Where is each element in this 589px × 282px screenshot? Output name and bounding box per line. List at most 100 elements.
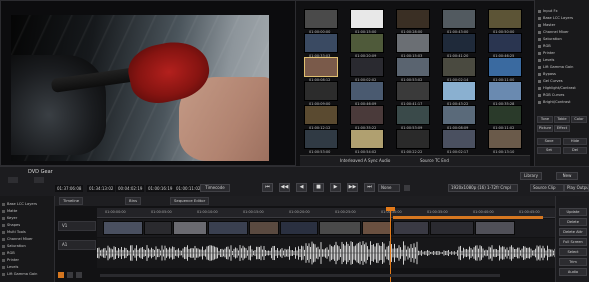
- side-action-button[interactable]: Select: [559, 248, 587, 256]
- format-select[interactable]: 1920x1080p (16) 1-72fr Cmpl: [448, 184, 518, 192]
- rewind-button[interactable]: ◀◀: [279, 183, 290, 192]
- loop-icon[interactable]: [404, 185, 410, 191]
- side-action-button[interactable]: Delete: [559, 218, 587, 226]
- new-button[interactable]: New: [556, 172, 578, 180]
- bin-clip-thumbnail[interactable]: [396, 9, 430, 29]
- bin-clip-thumbnail[interactable]: [488, 57, 522, 77]
- bin-clip-thumbnail[interactable]: [304, 105, 338, 125]
- effects-tab[interactable]: Tone: [537, 116, 553, 123]
- video-clip[interactable]: [208, 221, 248, 235]
- razor-icon[interactable]: [76, 272, 82, 278]
- left-effect-item[interactable]: RGB: [7, 251, 15, 255]
- timecode-out[interactable]: 01:34:13:02: [87, 185, 116, 192]
- video-clip[interactable]: [280, 221, 318, 235]
- video-clip[interactable]: [319, 221, 361, 235]
- effect-item[interactable]: Channel Mixer: [543, 30, 569, 34]
- bin-clip-thumbnail[interactable]: [442, 129, 476, 149]
- bin-clip-thumbnail[interactable]: [442, 9, 476, 29]
- bin-clip-thumbnail[interactable]: [488, 105, 522, 125]
- bin-clip-thumbnail[interactable]: [304, 129, 338, 149]
- effects-tab[interactable]: Effect: [554, 125, 570, 132]
- video-clip[interactable]: [393, 221, 429, 235]
- bin-clip-thumbnail[interactable]: [350, 81, 384, 101]
- video-clip[interactable]: [173, 221, 207, 235]
- video-clip[interactable]: [144, 221, 172, 235]
- effects-button[interactable]: Del: [563, 147, 587, 154]
- left-effect-item[interactable]: Keyer: [7, 216, 17, 220]
- video-track[interactable]: [97, 219, 555, 237]
- bin-clip-thumbnail[interactable]: [442, 57, 476, 77]
- left-effect-item[interactable]: Matte: [7, 209, 17, 213]
- bin-clip-thumbnail[interactable]: [442, 33, 476, 53]
- left-effect-item[interactable]: Channel Mixer: [7, 237, 33, 241]
- effect-item[interactable]: Bypass: [543, 72, 556, 76]
- left-effect-item[interactable]: Shapes: [7, 223, 20, 227]
- video-clip[interactable]: [249, 221, 279, 235]
- play-button[interactable]: ▶: [330, 183, 341, 192]
- effect-item[interactable]: Gel Curves: [543, 79, 563, 83]
- bin-clip-thumbnail[interactable]: [396, 57, 430, 77]
- effect-item[interactable]: Input Fx: [543, 9, 558, 13]
- bin-clip-thumbnail[interactable]: [350, 129, 384, 149]
- source-clip-select[interactable]: Source Clip: [530, 184, 564, 192]
- left-effect-item[interactable]: Base LCC Layers: [7, 202, 37, 206]
- video-clip[interactable]: [103, 221, 143, 235]
- library-button[interactable]: Library: [520, 172, 542, 180]
- tab-bins[interactable]: Bins: [125, 197, 142, 205]
- left-effect-item[interactable]: Levels: [7, 265, 18, 269]
- track-label-a1[interactable]: A1: [58, 240, 96, 250]
- playhead-handle[interactable]: [386, 207, 395, 211]
- audio-track[interactable]: [97, 238, 555, 268]
- bin-clip-thumbnail[interactable]: [488, 9, 522, 29]
- zoom-icon[interactable]: [67, 272, 73, 278]
- effects-tab[interactable]: Table: [554, 116, 570, 123]
- effect-item[interactable]: Master: [543, 23, 555, 27]
- snap-icon[interactable]: [58, 272, 64, 278]
- side-action-button[interactable]: Delete Attr: [559, 228, 587, 236]
- play-output-select[interactable]: Play Output: [564, 184, 589, 192]
- effects-button[interactable]: Set: [537, 147, 561, 154]
- effects-button[interactable]: Save: [537, 138, 561, 145]
- effect-item[interactable]: Highlight/Contrast: [543, 86, 576, 90]
- effects-tab[interactable]: Picture: [537, 125, 553, 132]
- left-effect-item[interactable]: Multi Tools: [7, 230, 26, 234]
- video-frame[interactable]: [11, 15, 269, 161]
- timecode-button[interactable]: Timecode: [200, 184, 230, 192]
- none-select[interactable]: None: [378, 184, 400, 192]
- list-icon[interactable]: [34, 177, 44, 183]
- bin-clip-thumbnail[interactable]: [396, 129, 430, 149]
- play-reverse-button[interactable]: ◀: [296, 183, 307, 192]
- effect-item[interactable]: RGB Curves: [543, 93, 564, 97]
- bin-clip-thumbnail[interactable]: [304, 81, 338, 101]
- left-effect-item[interactable]: Printer: [7, 258, 19, 262]
- stop-button[interactable]: ■: [313, 183, 324, 192]
- bin-clip-thumbnail[interactable]: [396, 105, 430, 125]
- timecode-position[interactable]: 01:00:11:02: [174, 185, 203, 192]
- bin-clip-thumbnail[interactable]: [350, 105, 384, 125]
- effects-tab[interactable]: Color: [571, 116, 587, 123]
- bin-clip-thumbnail[interactable]: [304, 33, 338, 53]
- left-effect-item[interactable]: Saturation: [7, 244, 26, 248]
- go-end-button[interactable]: ⏭: [364, 183, 375, 192]
- effect-item[interactable]: Base LCC Layers: [543, 16, 573, 20]
- tab-sequence-editor[interactable]: Sequence Editor: [170, 197, 210, 205]
- video-clip[interactable]: [475, 221, 515, 235]
- bin-clip-thumbnail[interactable]: [304, 57, 338, 77]
- effect-item[interactable]: Printer: [543, 51, 555, 55]
- bin-clip-thumbnail[interactable]: [350, 57, 384, 77]
- effects-button[interactable]: Hide: [563, 138, 587, 145]
- bin-clip-thumbnail[interactable]: [304, 9, 338, 29]
- bin-clip-thumbnail[interactable]: [442, 81, 476, 101]
- effect-item[interactable]: RGB: [543, 44, 551, 48]
- side-action-button[interactable]: Trim: [559, 258, 587, 266]
- timeline-scrollbar[interactable]: [100, 274, 500, 277]
- effect-item[interactable]: Bright/Contrast: [543, 100, 570, 104]
- video-clip[interactable]: [430, 221, 474, 235]
- playhead[interactable]: [390, 208, 391, 282]
- bin-clip-thumbnail[interactable]: [396, 33, 430, 53]
- timecode-dur[interactable]: 01:00:16:19: [146, 185, 175, 192]
- video-clip[interactable]: [362, 221, 392, 235]
- bin-clip-thumbnail[interactable]: [350, 33, 384, 53]
- go-start-button[interactable]: ⏮: [262, 183, 273, 192]
- side-action-button[interactable]: Full Screen: [559, 238, 587, 246]
